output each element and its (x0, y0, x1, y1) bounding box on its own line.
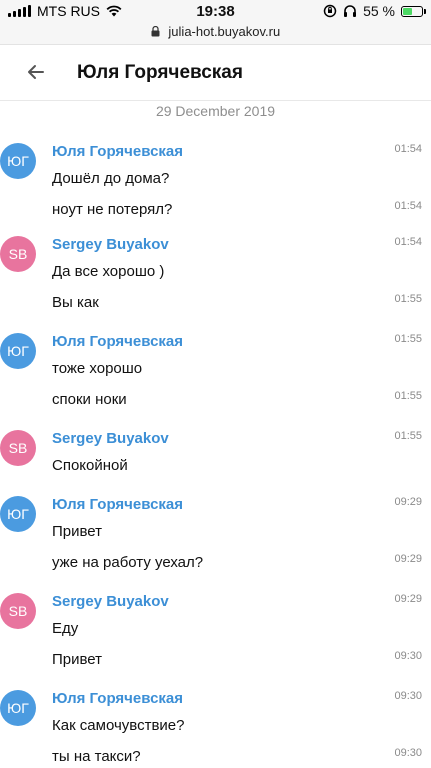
avatar[interactable]: ЮГ (0, 333, 36, 369)
chat-header: Юля Горячевская (0, 45, 431, 101)
message-text: споки ноки (52, 391, 127, 408)
headphones-icon (344, 5, 357, 17)
message-author[interactable]: Sergey Buyakov (52, 236, 169, 253)
status-right: 55 % (323, 3, 426, 19)
message-time: 09:30 (394, 747, 422, 759)
avatar[interactable]: ЮГ (0, 690, 36, 726)
message-text: Вы как (52, 294, 99, 311)
chat-title: Юля Горячевская (77, 62, 243, 83)
rotation-lock-icon (323, 4, 337, 18)
message-time: 01:55 (394, 293, 422, 305)
battery-icon (401, 5, 426, 17)
message-text: ноут не потерял? (52, 201, 173, 218)
message-time: 01:55 (394, 390, 422, 402)
message-author[interactable]: Юля Горячевская (52, 143, 183, 160)
message-author[interactable]: Sergey Buyakov (52, 593, 169, 610)
avatar[interactable]: SB (0, 430, 36, 466)
message-author[interactable]: Юля Горячевская (52, 333, 183, 350)
message-time: 01:55 (394, 430, 422, 442)
message-author[interactable]: Юля Горячевская (52, 690, 183, 707)
message-text: Да все хорошо ) (52, 263, 165, 280)
message-text: уже на работу уехал? (52, 554, 204, 571)
message-text: Привет (52, 651, 103, 668)
message-time: 09:29 (394, 593, 422, 605)
message-text: Спокойной (52, 457, 128, 474)
message-time: 09:29 (394, 496, 422, 508)
message-text: Как самочувствие? (52, 717, 185, 734)
message-text: ты на такси? (52, 748, 141, 765)
message-time: 09:29 (394, 553, 422, 565)
message-text: тоже хорошо (52, 360, 143, 377)
avatar[interactable]: ЮГ (0, 496, 36, 532)
url-text: julia-hot.buyakov.ru (168, 24, 281, 39)
date-separator: 29 December 2019 (155, 103, 276, 119)
message-time: 01:54 (394, 200, 422, 212)
message-text: Дошёл до дома? (52, 170, 170, 187)
battery-percent: 55 % (363, 3, 395, 19)
message-time: 09:30 (394, 690, 422, 702)
avatar[interactable]: SB (0, 593, 36, 629)
message-author[interactable]: Sergey Buyakov (52, 430, 169, 447)
message-time: 09:30 (394, 650, 422, 662)
status-bar: MTS RUS 19:38 55 % (0, 0, 431, 22)
message-time: 01:55 (394, 333, 422, 345)
lock-icon (151, 26, 160, 37)
message-time: 01:54 (394, 236, 422, 248)
avatar[interactable]: SB (0, 236, 36, 272)
message-text: Еду (52, 620, 79, 637)
message-text: Привет (52, 523, 103, 540)
url-bar[interactable]: julia-hot.buyakov.ru (0, 22, 431, 45)
message-author[interactable]: Юля Горячевская (52, 496, 183, 513)
message-time: 01:54 (394, 143, 422, 155)
arrow-left-icon[interactable] (26, 62, 46, 82)
avatar[interactable]: ЮГ (0, 143, 36, 179)
